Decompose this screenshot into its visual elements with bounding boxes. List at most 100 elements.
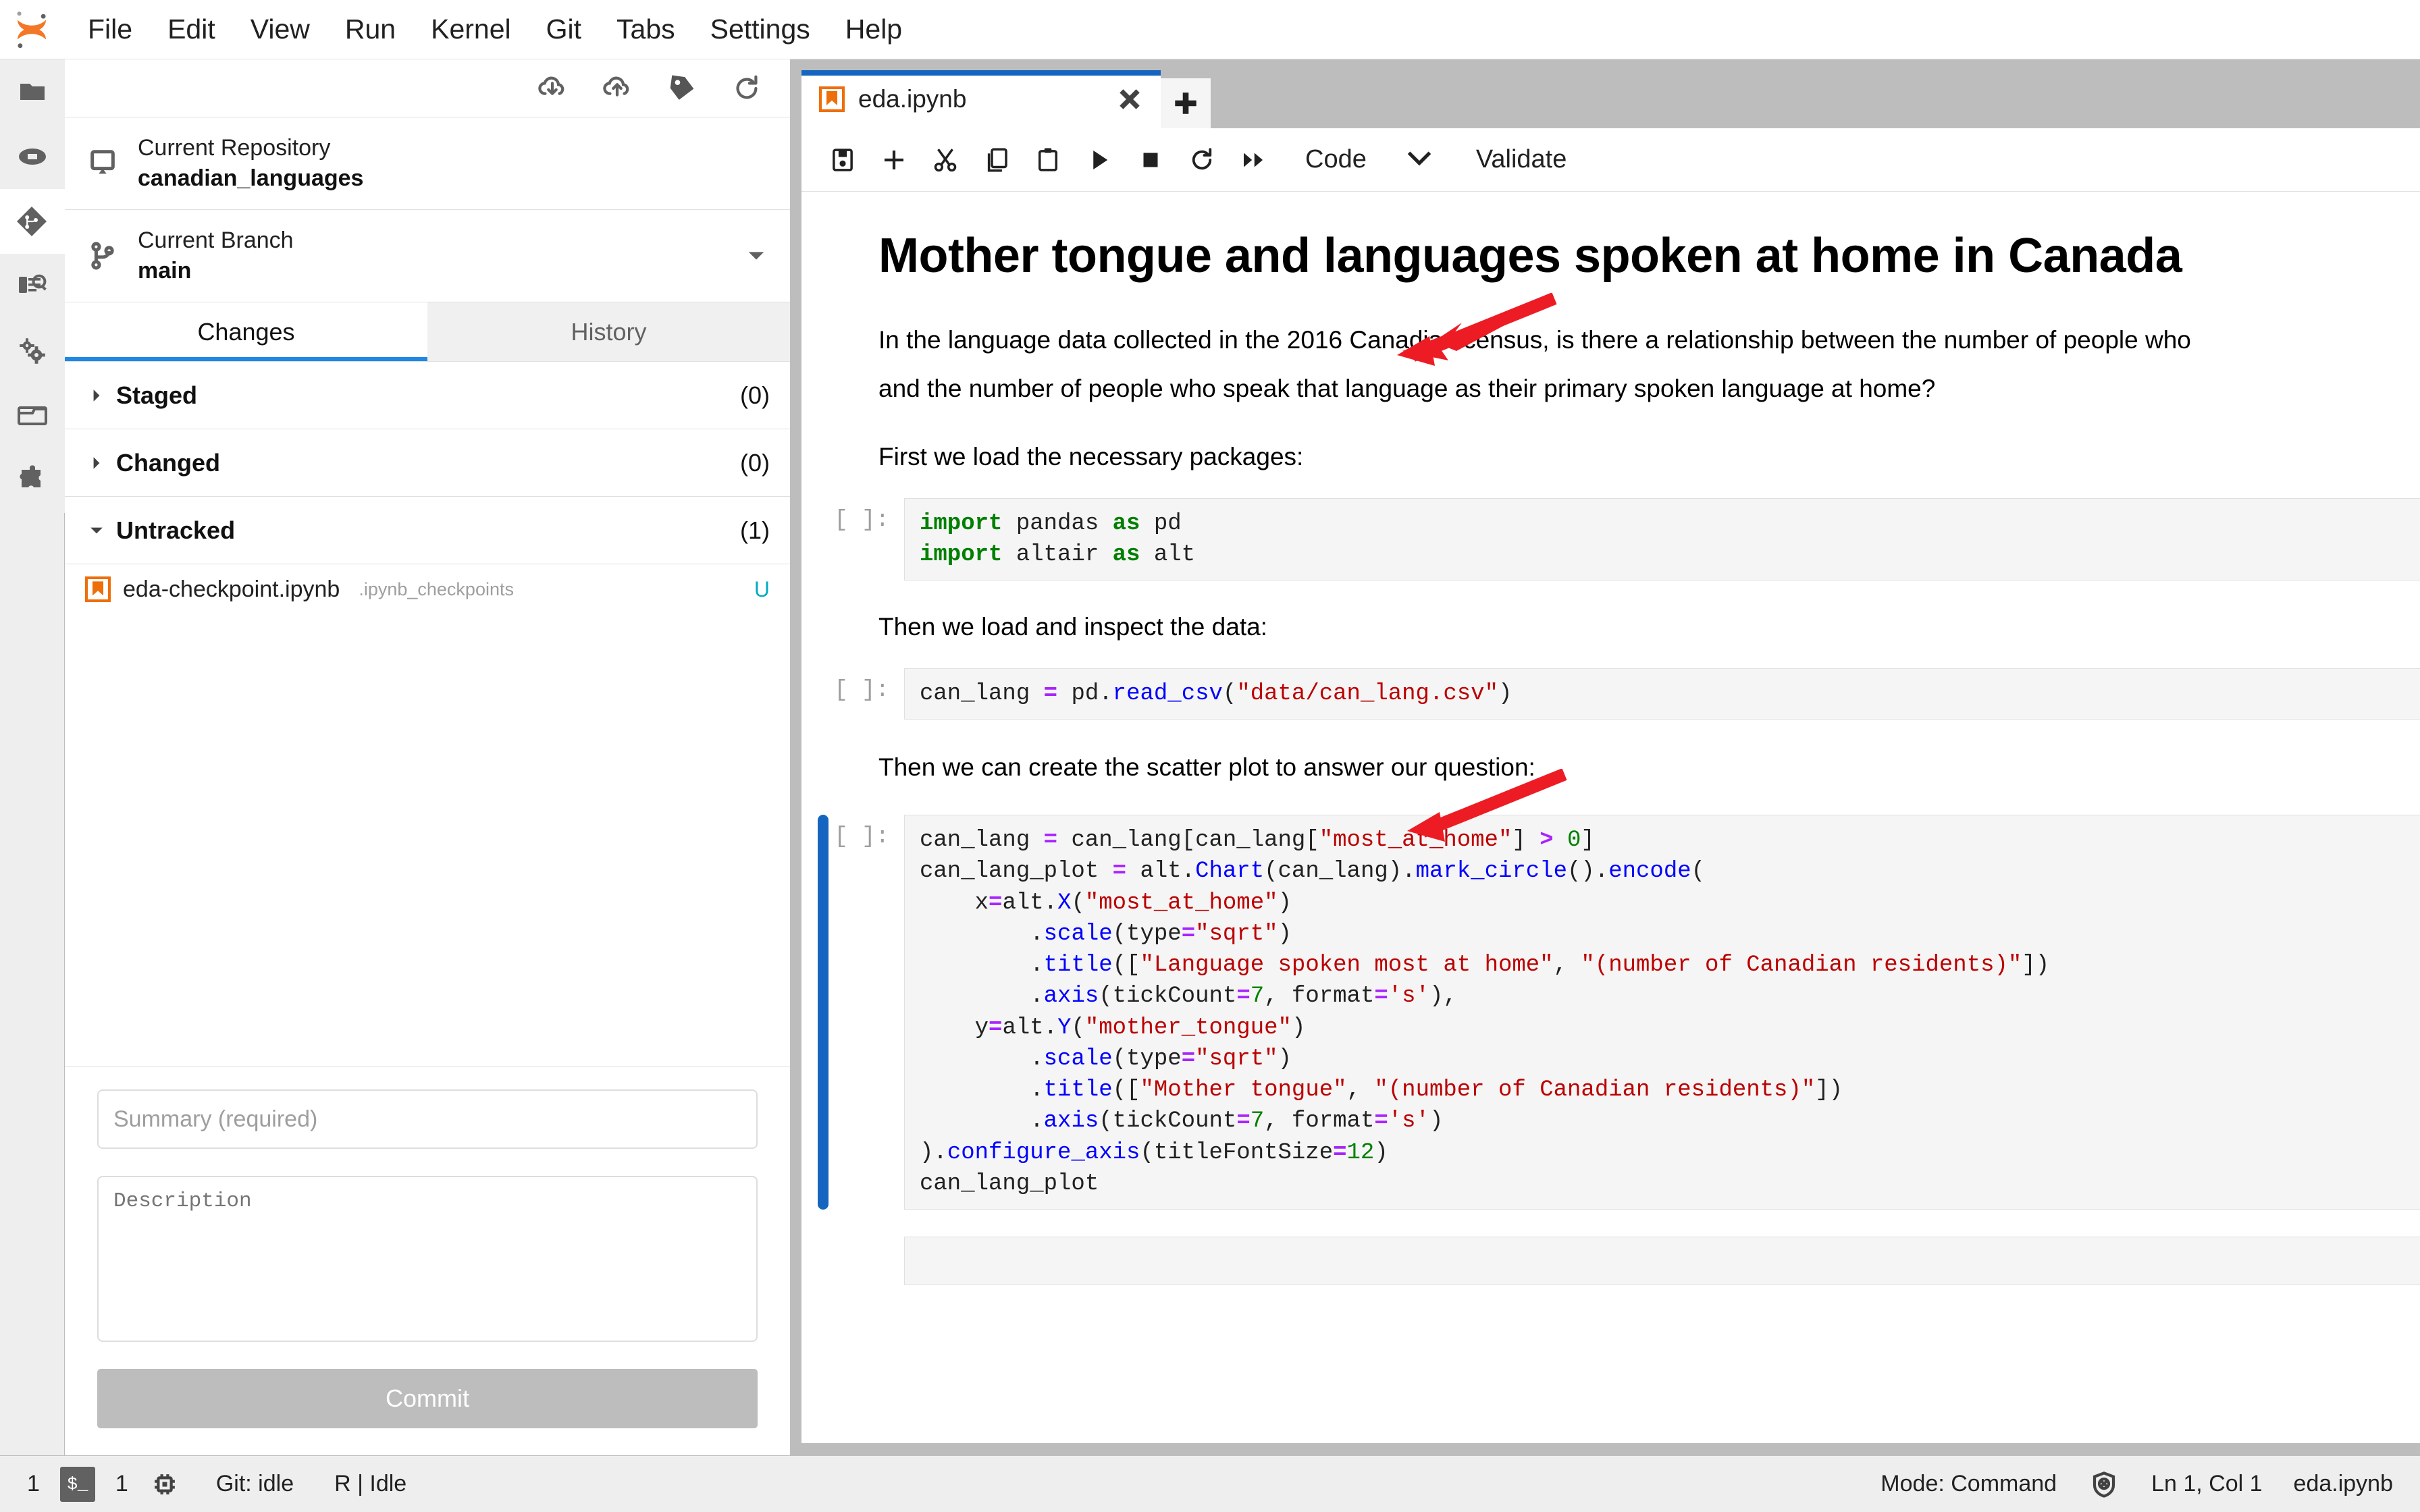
notebook-dock: eda.ipynb Code Validate Mother tongue an… <box>791 59 2420 1455</box>
pull-icon <box>538 76 564 95</box>
sidebar-item-property-inspector[interactable] <box>0 319 65 383</box>
paste-icon <box>1038 148 1057 171</box>
code-cell-read-csv[interactable]: [ ]: can_lang = pd.read_csv("data/can_la… <box>801 668 2420 720</box>
save-button[interactable] <box>820 138 865 182</box>
menu-item-view[interactable]: View <box>233 16 327 43</box>
git-group-staged-count: (0) <box>740 381 770 409</box>
stop-button[interactable] <box>1128 138 1173 182</box>
running-terminals-icon <box>18 148 46 165</box>
markdown-cell-load[interactable]: Then we load and inspect the data: <box>801 608 2420 646</box>
sidebar-item-extensions[interactable] <box>0 448 65 513</box>
commit-button[interactable]: Commit <box>97 1369 758 1428</box>
tab-changes[interactable]: Changes <box>65 302 427 362</box>
notebook-panel: eda.ipynb Code Validate Mother tongue an… <box>801 70 2420 1443</box>
new-launcher-button[interactable] <box>1161 78 1211 128</box>
current-branch-value: main <box>138 258 192 284</box>
code-editor[interactable]: can_lang = can_lang[can_lang["most_at_ho… <box>904 815 2420 1210</box>
current-branch-row[interactable]: Current Branch main <box>65 210 790 303</box>
git-panel: Current Repository canadian_languages Cu… <box>65 59 791 1455</box>
untracked-file-name: eda-checkpoint.ipynb <box>123 576 340 602</box>
sidebar-item-open-tabs[interactable] <box>0 383 65 448</box>
git-status-text[interactable]: Git: idle <box>216 1471 294 1497</box>
code-cell-imports[interactable]: [ ]: import pandas as pd import altair a… <box>801 497 2420 581</box>
activity-bar <box>0 59 65 1455</box>
code-editor[interactable]: can_lang = pd.read_csv("data/can_lang.cs… <box>904 668 2420 720</box>
commit-summary-input[interactable] <box>97 1089 758 1149</box>
intro-paragraph-line3: First we load the necessary packages: <box>878 443 1304 471</box>
intro-paragraph-line2: and the number of people who speak that … <box>878 375 1936 403</box>
validate-button[interactable]: Validate <box>1476 145 1567 174</box>
chevron-down-icon <box>85 523 108 538</box>
menu-item-run[interactable]: Run <box>327 16 413 43</box>
menu-item-kernel[interactable]: Kernel <box>413 16 529 43</box>
cut-button[interactable] <box>923 138 968 182</box>
pull-button[interactable] <box>533 70 571 107</box>
terminal-icon[interactable]: $_ <box>59 1466 95 1502</box>
tab-history[interactable]: History <box>427 302 790 362</box>
git-group-untracked[interactable]: Untracked (1) <box>65 497 790 565</box>
menu-item-help[interactable]: Help <box>828 16 920 43</box>
main-area: Current Repository canadian_languages Cu… <box>0 59 2420 1455</box>
markdown-cell-scatter[interactable]: Then we can create the scatter plot to a… <box>801 748 2420 786</box>
run-button[interactable] <box>1077 138 1122 182</box>
commit-description-input[interactable] <box>97 1176 758 1342</box>
close-icon[interactable] <box>1112 82 1147 117</box>
file-browser-icon <box>20 84 45 100</box>
menu-item-git[interactable]: Git <box>529 16 599 43</box>
save-icon <box>833 148 853 171</box>
terminal-count: 1 <box>27 1471 40 1496</box>
tab-eda-ipynb[interactable]: eda.ipynb <box>801 70 1161 128</box>
scatter-plot-paragraph: Then we can create the scatter plot to a… <box>878 753 1535 781</box>
code-cell-empty[interactable] <box>801 1237 2420 1286</box>
sidebar-item-running[interactable] <box>0 124 65 189</box>
restart-button[interactable] <box>1180 138 1224 182</box>
menu-item-file[interactable]: File <box>70 16 150 43</box>
commands-icon <box>18 274 47 293</box>
git-icon <box>16 207 47 236</box>
code-editor[interactable] <box>904 1237 2420 1286</box>
kernel-count: 1 <box>115 1471 128 1496</box>
paste-button[interactable] <box>1026 138 1070 182</box>
list-item[interactable]: eda-checkpoint.ipynb .ipynb_checkpoints … <box>65 564 790 615</box>
copy-button[interactable] <box>974 138 1019 182</box>
not-trusted-icon[interactable] <box>2088 1468 2120 1501</box>
cell-type-dropdown[interactable]: Code <box>1294 138 1442 182</box>
cell-prompt <box>828 1237 904 1285</box>
code-cell-plot[interactable]: [ ]: can_lang = can_lang[can_lang["most_… <box>801 815 2420 1210</box>
notebook-cells-area[interactable]: Mother tongue and languages spoken at ho… <box>801 192 2420 1443</box>
cell-selection-bar <box>818 668 828 720</box>
branch-dropdown-chevron-down-icon[interactable] <box>743 242 770 269</box>
tag-button[interactable] <box>663 70 701 107</box>
current-file-name: eda.ipynb <box>2293 1471 2393 1496</box>
menu-bar: File Edit View Run Kernel Git Tabs Setti… <box>0 0 2420 59</box>
git-group-staged-label: Staged <box>116 381 198 409</box>
sidebar-item-file-browser[interactable] <box>0 59 65 124</box>
kernel-icon[interactable] <box>149 1468 181 1501</box>
sidebar-item-commands[interactable] <box>0 254 65 319</box>
menu-item-edit[interactable]: Edit <box>150 16 233 43</box>
cell-prompt: [ ]: <box>834 507 889 533</box>
jupyterlab-window: File Edit View Run Kernel Git Tabs Setti… <box>0 0 2420 1512</box>
tag-icon <box>670 75 694 100</box>
refresh-button[interactable] <box>728 70 766 107</box>
current-repository-value: canadian_languages <box>138 165 364 192</box>
current-repository-row[interactable]: Current Repository canadian_languages <box>65 117 790 211</box>
markdown-cell-intro[interactable]: Mother tongue and languages spoken at ho… <box>801 192 2420 477</box>
status-badge: U <box>754 576 770 601</box>
kernel-status-text[interactable]: R | Idle <box>334 1471 406 1497</box>
chevron-right-icon <box>85 388 108 403</box>
git-group-staged[interactable]: Staged (0) <box>65 362 790 430</box>
untracked-file-directory: .ipynb_checkpoints <box>359 578 514 599</box>
restart-run-all-button[interactable] <box>1231 138 1275 182</box>
notebook-toolbar: Code Validate <box>801 128 2420 192</box>
insert-cell-button[interactable] <box>872 138 916 182</box>
extension-manager-icon <box>19 465 41 487</box>
sidebar-item-git[interactable] <box>0 189 65 254</box>
menu-item-tabs[interactable]: Tabs <box>599 16 693 43</box>
code-editor[interactable]: import pandas as pd import altair as alt <box>904 497 2420 581</box>
push-button[interactable] <box>598 70 636 107</box>
git-group-changed[interactable]: Changed (0) <box>65 429 790 497</box>
cell-prompt: [ ]: <box>834 677 889 703</box>
menu-item-settings[interactable]: Settings <box>693 16 828 43</box>
git-group-untracked-label: Untracked <box>116 516 236 544</box>
